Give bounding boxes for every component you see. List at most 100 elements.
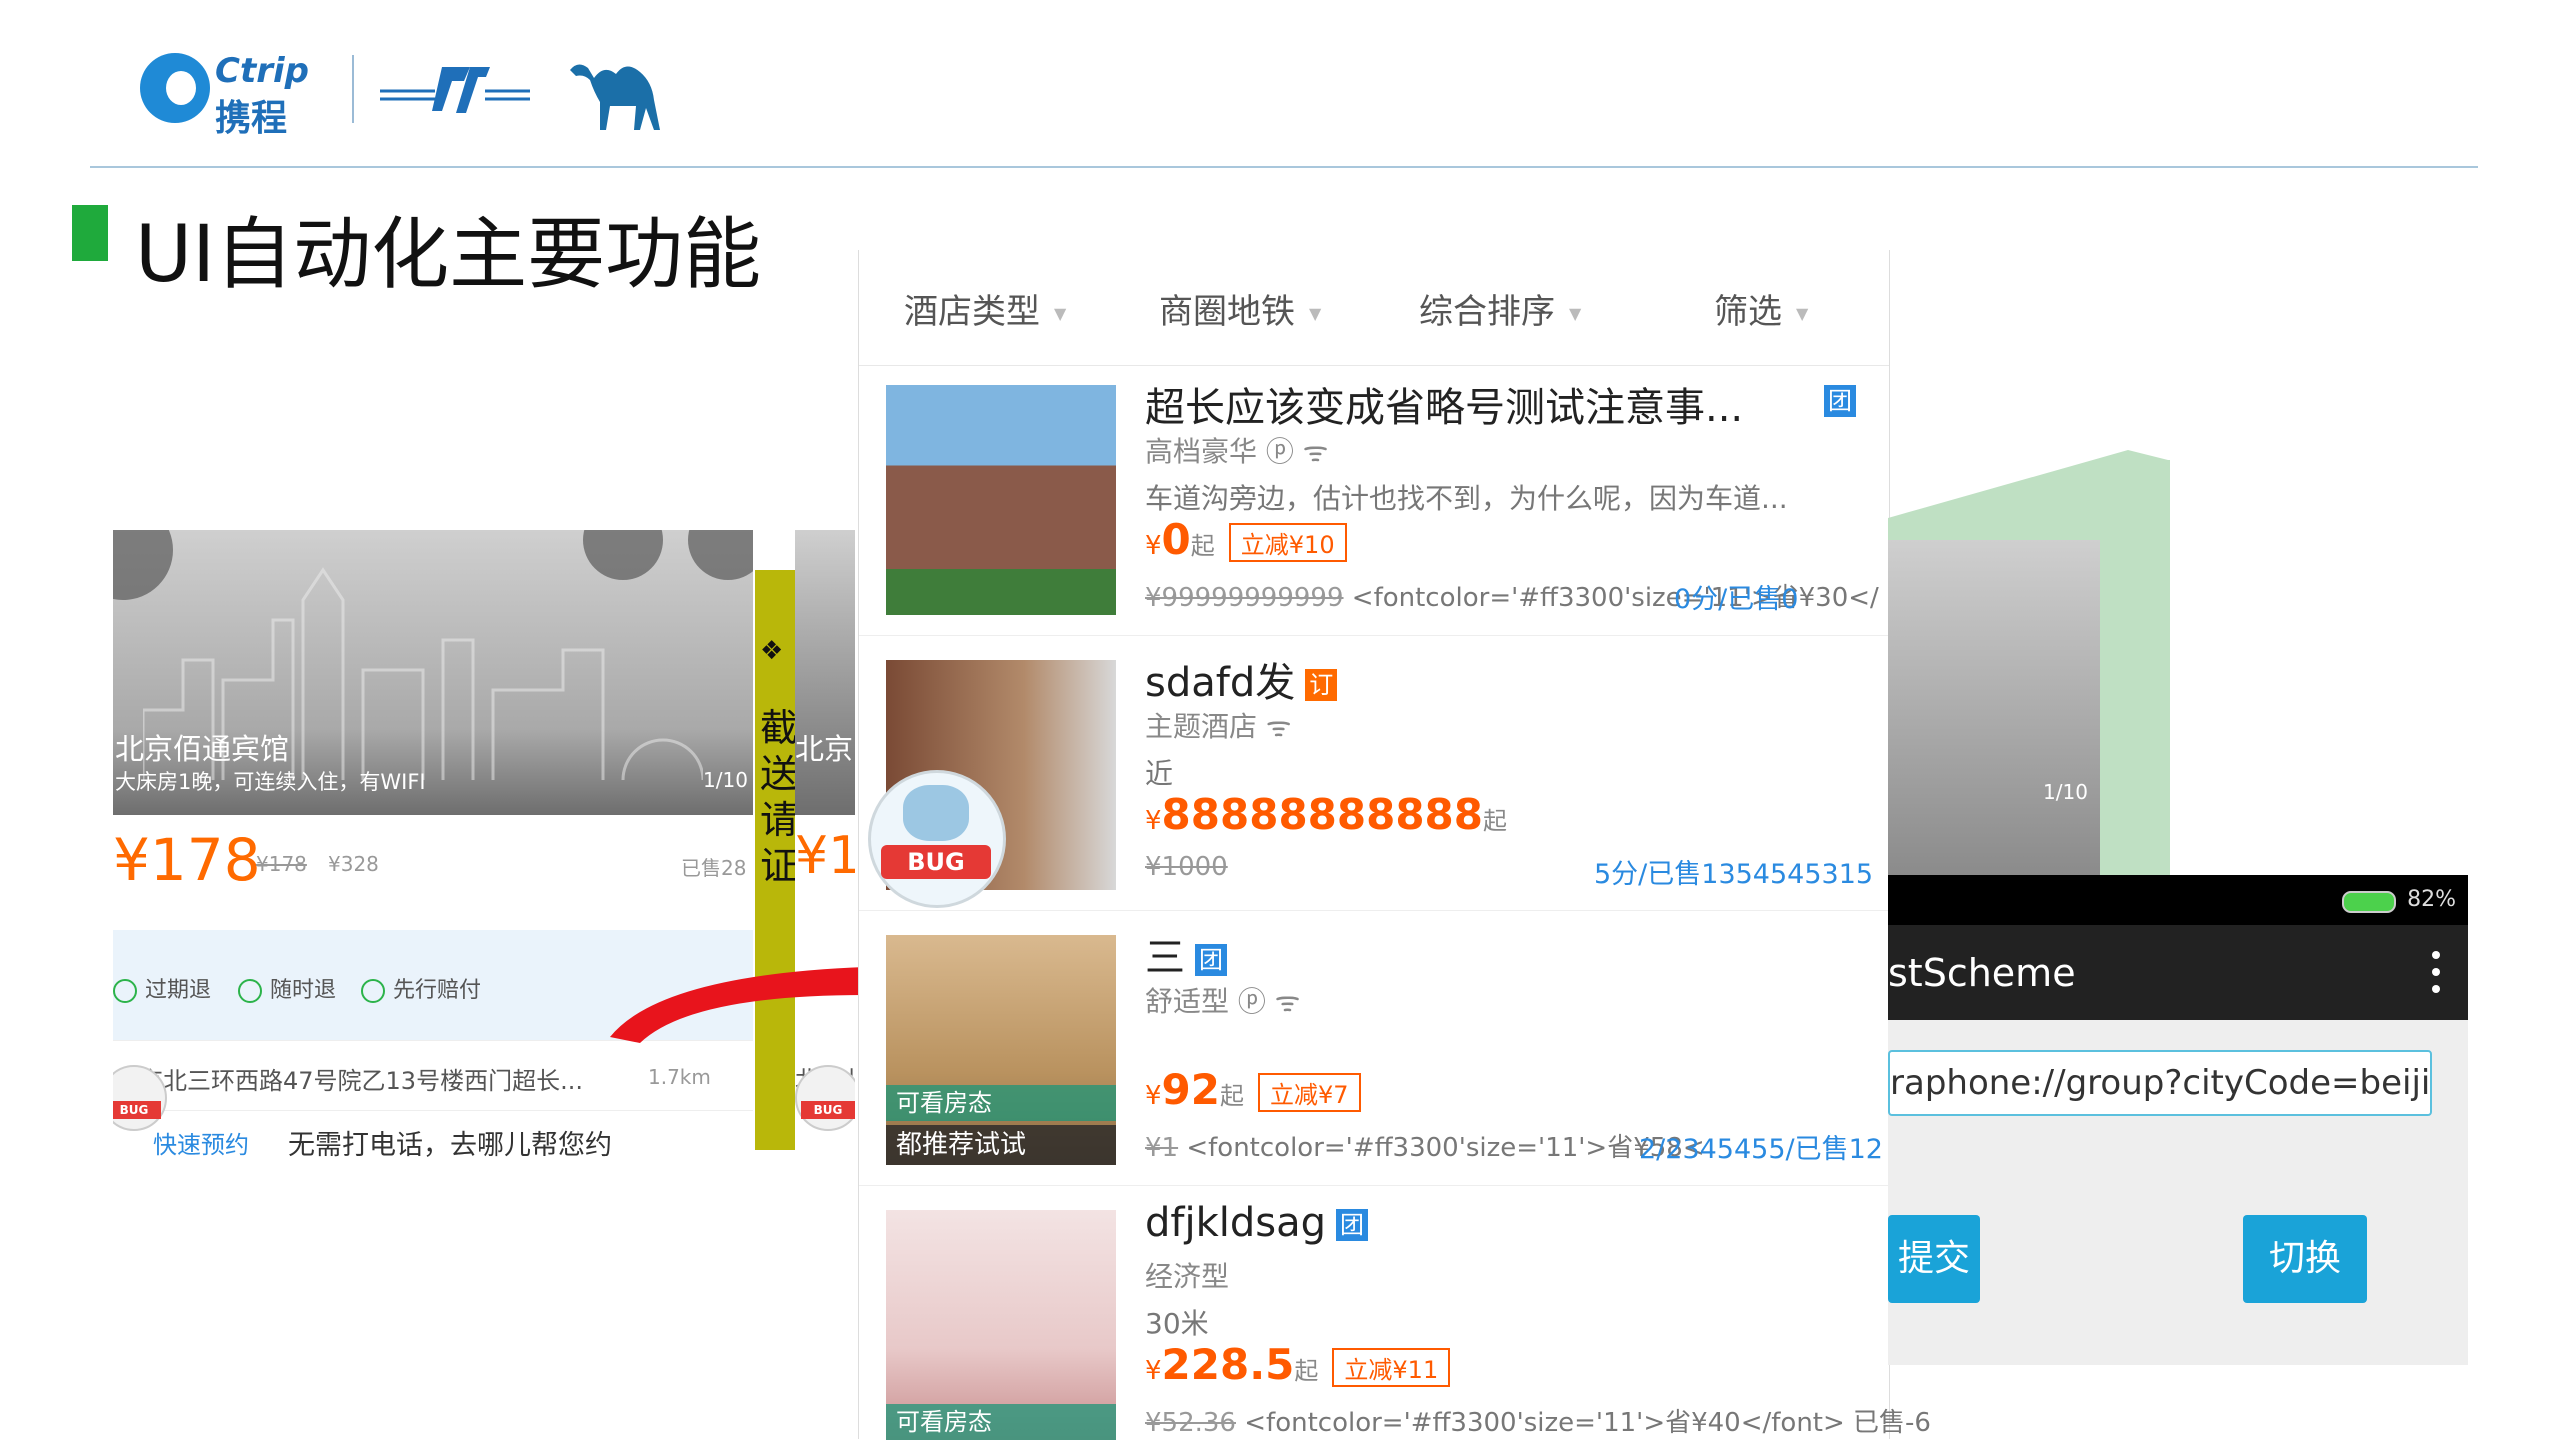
- hotel-location: 车道沟旁边，估计也找不到，为什么呢，因为车道...: [1145, 482, 1788, 515]
- hotel-list-item[interactable]: 可看房态 dfjkldsag 团 经济型 30米 ¥228.5起 立减¥11 ¥52…: [859, 1190, 1931, 1440]
- discount-badge: 立减¥10: [1228, 523, 1347, 562]
- hotel-name: dfjkldsag 团: [1145, 1200, 1368, 1246]
- address-row[interactable]: 北京北三环西路47号院乙13号楼西门超长... 1.7km: [113, 1040, 753, 1111]
- hotel-list-item[interactable]: sdafd发订 主题酒店 ᯤ 近 ¥88888888888起 ¥1000 5分/…: [859, 640, 1889, 911]
- filter-bar: 酒店类型 ▼ 商圈地铁 ▼ 综合排序 ▼ 筛选 ▼: [859, 250, 1889, 366]
- hotel-photo: 可看房态: [886, 1210, 1116, 1440]
- hotel-price: ¥0起 立减¥10: [1145, 515, 1347, 564]
- logo-divider: [352, 55, 354, 123]
- group-buy-badge: 团: [1336, 1209, 1368, 1241]
- filter-screen[interactable]: 筛选 ▼: [1714, 284, 1808, 333]
- hotel-type: 高档豪华 ⓟ ᯤ: [1145, 435, 1329, 468]
- hotel-description: 大床房1晚，可连续入住，有WIFI: [115, 770, 426, 794]
- check-circle-icon: [113, 979, 137, 1003]
- bug-label: BUG: [881, 845, 991, 879]
- price-market: ¥328: [328, 852, 379, 876]
- filter-sort[interactable]: 综合排序 ▼: [1419, 284, 1581, 333]
- bullet-icon: ❖: [760, 636, 784, 666]
- chevron-down-icon: ▼: [1796, 304, 1809, 323]
- photo-count: 1/10: [2043, 780, 2088, 804]
- policy-item: 先行赔付: [361, 972, 481, 1004]
- hotel-list-item[interactable]: 超长应该变成省略号测试注意事... 团 高档豪华 ⓟ ᯤ 车道沟旁边，估计也找不…: [859, 365, 1889, 636]
- overflow-menu-icon[interactable]: [2432, 949, 2440, 995]
- green-fold-side: [2100, 460, 2170, 880]
- switch-button[interactable]: 切换: [2243, 1215, 2367, 1303]
- hotel-price: ¥228.5起 立减¥11: [1145, 1340, 1451, 1389]
- hotel-original-price: ¥1000: [1145, 852, 1228, 882]
- hotel-name: sdafd发订: [1145, 650, 1338, 708]
- status-bar: 82%: [1888, 875, 2468, 925]
- hotel-score: 2/2345455/已售12: [1639, 1134, 1883, 1165]
- chevron-down-icon: ▼: [1569, 304, 1582, 323]
- photo-label: 可看房态: [886, 1404, 1116, 1440]
- slide-title: UI自动化主要功能: [135, 210, 762, 300]
- hotel-location: 30米: [1145, 1307, 1209, 1340]
- policy-item: 过期退: [113, 972, 211, 1004]
- hotel-banner: 北京佰通宾馆 大床房1晚，可连续入住，有WIFI 1/10: [113, 530, 753, 815]
- hotel-name: 北京佰通宾馆: [115, 732, 290, 766]
- hotel-name-2: 北京: [795, 732, 854, 766]
- hotel-score: 0分/已售0: [1674, 584, 1799, 615]
- hotel-name: 三团: [1145, 925, 1227, 983]
- quick-book-row[interactable]: 快速预约 无需打电话，去哪儿帮您约: [113, 1110, 753, 1170]
- hotel-list-screenshot: 酒店类型 ▼ 商圈地铁 ▼ 综合排序 ▼ 筛选 ▼ 超长应该变成省略号测试注意事... …: [858, 250, 1931, 1440]
- submit-button[interactable]: 提交: [1888, 1215, 1980, 1303]
- battery-icon: [2342, 891, 2396, 913]
- left-app-screenshot: 北京佰通宾馆 大床房1晚，可连续入住，有WIFI 1/10 ¥178 ¥178 …: [113, 530, 753, 1170]
- hotel-list-item[interactable]: 可看房态 都推荐试试 三团 舒适型 ⓟ ᯤ ¥92起 立减¥7 ¥1 <fontc…: [859, 915, 1889, 1186]
- camel-logo-icon: [570, 64, 660, 130]
- bug-mascot-icon: [903, 785, 969, 841]
- ctrip-tech-logo-icon: [380, 67, 530, 113]
- hotel-price: ¥92起 立减¥7: [1145, 1065, 1361, 1114]
- hotel-type: 经济型: [1145, 1260, 1230, 1293]
- price-row: ¥178 ¥178 ¥328 已售28: [113, 820, 753, 930]
- scheme-test-app: 82% stScheme raphone://group?cityCode=be…: [1888, 875, 2468, 1365]
- battery-percent: 82%: [2407, 887, 2456, 912]
- right-hotel-banner: 1/10: [1888, 540, 2108, 880]
- check-circle-icon: [361, 979, 385, 1003]
- hotel-address: 北京北三环西路47号院乙13号楼西门超长...: [115, 1067, 583, 1095]
- quick-book-link[interactable]: 快速预约: [153, 1125, 249, 1160]
- check-circle-icon: [238, 979, 262, 1003]
- hotel-score: 5分/已售1354545315: [1594, 859, 1874, 890]
- price-main-2: ¥1: [795, 826, 855, 886]
- bug-report-icon-2[interactable]: BUG: [795, 1065, 855, 1131]
- hotel-original-price: ¥1 <fontcolor='#ff3300'size='11'>省¥58<: [1145, 1133, 1705, 1163]
- hotel-type: 舒适型 ⓟ ᯤ: [1145, 985, 1301, 1018]
- hotel-price: ¥88888888888起: [1145, 790, 1508, 839]
- group-buy-badge: 团: [1824, 385, 1856, 417]
- hotel-photo: [886, 385, 1116, 615]
- order-badge: 订: [1305, 669, 1338, 701]
- filter-district[interactable]: 商圈地铁 ▼: [1159, 284, 1321, 333]
- photo-label: 可看房态: [886, 1085, 1116, 1121]
- photo-label: 都推荐试试: [886, 1125, 1116, 1165]
- chevron-down-icon: ▼: [1054, 304, 1067, 323]
- scheme-url-input[interactable]: raphone://group?cityCode=beijing: [1888, 1050, 2432, 1116]
- filter-hotel-type[interactable]: 酒店类型 ▼: [904, 284, 1066, 333]
- hotel-name: 超长应该变成省略号测试注意事...: [1145, 385, 1744, 431]
- chevron-down-icon: ▼: [1309, 304, 1322, 323]
- app-title: stScheme: [1888, 951, 2076, 995]
- group-buy-badge: 团: [1195, 944, 1227, 976]
- red-arrow-icon: [610, 967, 865, 1043]
- fold-panel-text: 截送请证: [760, 706, 799, 888]
- ctrip-logo-icon: [140, 53, 210, 123]
- header-rule: [90, 166, 2478, 168]
- ctrip-logo-cn: 携程: [215, 98, 288, 139]
- hotel-photo: 可看房态 都推荐试试: [886, 935, 1116, 1165]
- bug-report-button[interactable]: BUG: [868, 770, 1006, 908]
- discount-badge: 立减¥7: [1258, 1073, 1361, 1112]
- price-main: ¥178: [113, 826, 261, 894]
- hotel-type: 主题酒店 ᯤ: [1145, 710, 1292, 743]
- hotel-original-price: ¥52.36 <fontcolor='#ff3300'size='11'>省¥4…: [1145, 1408, 1931, 1438]
- photo-count: 1/10: [703, 768, 748, 792]
- logo-row: Ctrip 携程: [140, 45, 700, 139]
- price-original: ¥178: [256, 852, 307, 876]
- discount-badge: 立减¥11: [1332, 1348, 1451, 1387]
- hotel-banner-2: [795, 530, 855, 815]
- left-app-screenshot-2: 北京 ¥1 北京北 BUG: [795, 530, 855, 1170]
- action-bar: stScheme: [1888, 925, 2468, 1020]
- hotel-location: 近: [1145, 757, 1174, 790]
- sold-count: 已售28: [681, 856, 747, 880]
- quick-book-text: 无需打电话，去哪儿帮您约: [288, 1130, 612, 1161]
